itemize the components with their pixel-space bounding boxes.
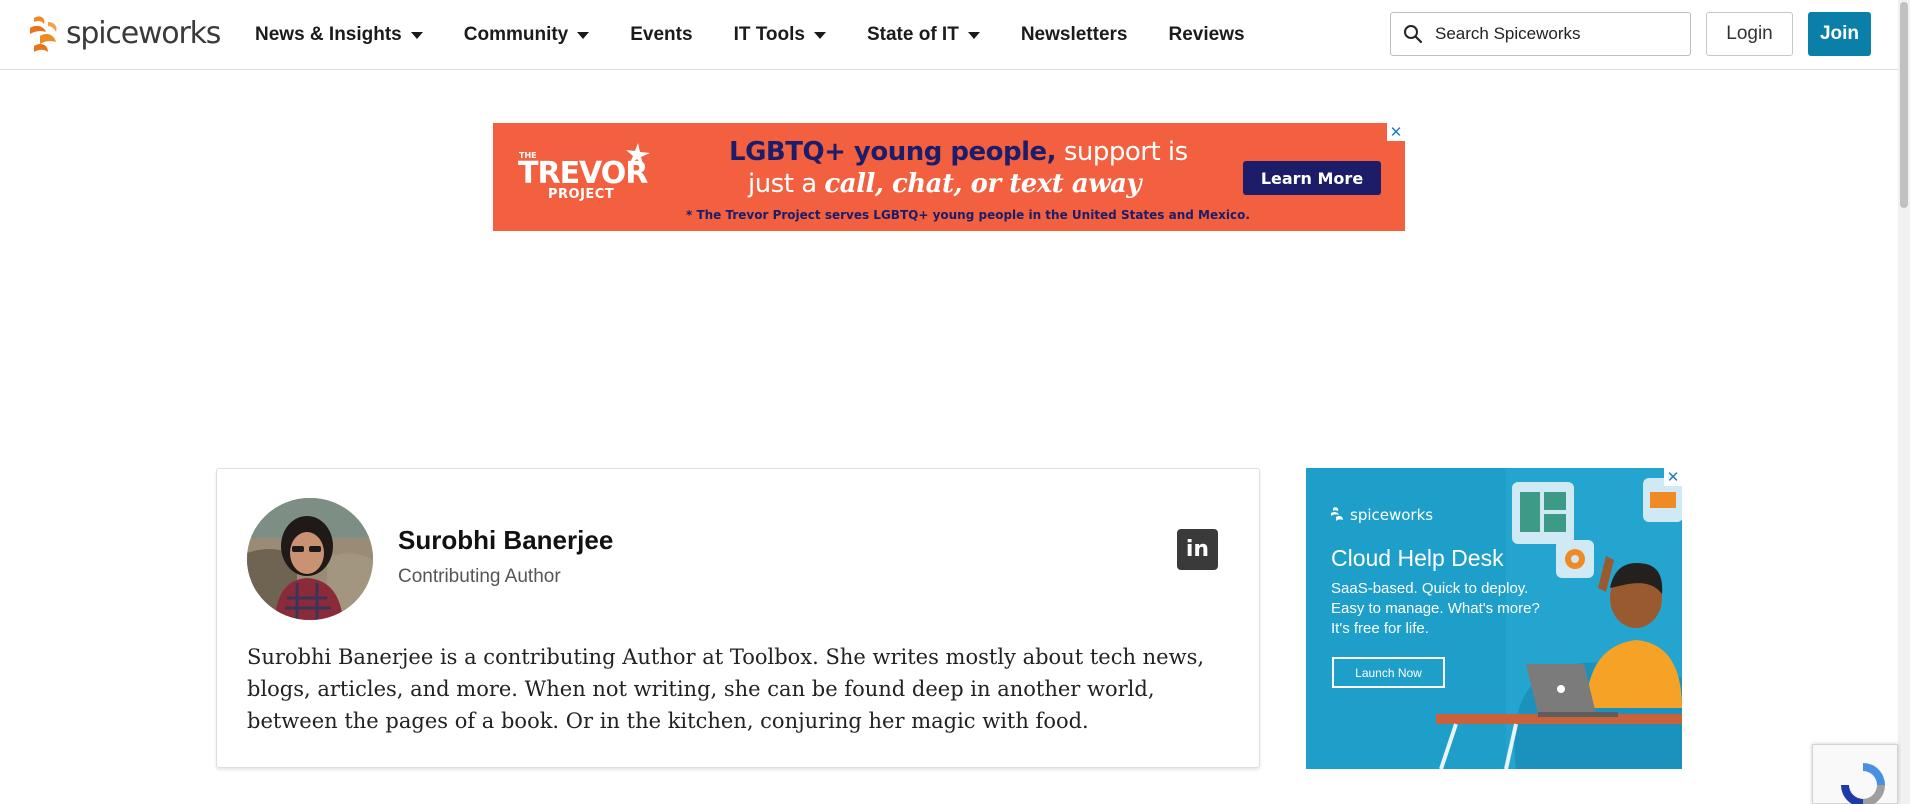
close-icon[interactable]: ✕: [1387, 123, 1405, 141]
nav-events[interactable]: Events: [630, 24, 692, 46]
ad-subheadline-prefix: just a: [748, 169, 817, 199]
author-role: Contributing Author: [398, 566, 561, 587]
ad-headline-highlight: LGBTQ+ young people,: [729, 137, 1057, 167]
nav-news-insights[interactable]: News & Insights: [255, 24, 423, 46]
nav-label: Community: [463, 24, 569, 45]
linkedin-icon[interactable]: in: [1177, 529, 1218, 570]
spiceworks-logo-icon: [30, 16, 57, 52]
nav-community[interactable]: Community: [464, 24, 590, 46]
ad-headline: LGBTQ+ young people, support is: [729, 137, 1188, 167]
cloud-help-desk-ad[interactable]: ✕ spiceworks Cloud Help Desk SaaS-based.…: [1306, 468, 1682, 769]
nav-label: Newsletters: [1020, 24, 1128, 45]
search-box[interactable]: [1390, 12, 1691, 56]
caret-down-icon: [577, 31, 590, 39]
launch-now-button[interactable]: Launch Now: [1332, 657, 1445, 688]
nav-newsletters[interactable]: Newsletters: [1021, 24, 1128, 46]
author-avatar: [247, 498, 373, 620]
ad-subheadline-emphasis: call, chat, or text away: [824, 169, 1142, 199]
caret-down-icon: [813, 31, 826, 39]
caret-down-icon: [410, 31, 423, 39]
nav-label: Events: [630, 24, 693, 45]
author-card: Surobhi Banerjee Contributing Author in …: [216, 468, 1260, 768]
recaptcha-icon: [1841, 763, 1885, 804]
ad-headline-rest: support is: [1063, 137, 1188, 167]
scrollbar-thumb[interactable]: [1900, 2, 1908, 208]
nav-it-tools[interactable]: IT Tools: [734, 24, 826, 46]
trevor-brand-project: PROJECT: [548, 187, 615, 202]
ad-subheadline: just a call, chat, or text away: [748, 169, 1142, 199]
search-input[interactable]: [1435, 24, 1675, 44]
author-bio: Surobhi Banerjee is a contributing Autho…: [247, 645, 1205, 733]
spiceworks-ad-logo: spiceworks: [1330, 506, 1433, 524]
spiceworks-logo-icon: [1331, 507, 1343, 521]
avatar-photo: [247, 498, 373, 620]
close-icon[interactable]: ✕: [1664, 468, 1682, 486]
page-scrollbar[interactable]: [1898, 0, 1910, 804]
nav-label: IT Tools: [733, 24, 805, 45]
logo-wordmark: spiceworks: [66, 16, 221, 51]
ad-footnote: * The Trevor Project serves LGBTQ+ young…: [686, 208, 1250, 222]
join-button[interactable]: Join: [1808, 12, 1871, 56]
nav-state-of-it[interactable]: State of IT: [867, 24, 980, 46]
nav-label: State of IT: [866, 24, 959, 45]
main-nav: News & Insights Community Events IT Tool…: [255, 0, 1286, 70]
spiceworks-ad-wordmark: spiceworks: [1350, 506, 1434, 524]
learn-more-button[interactable]: Learn More: [1243, 161, 1381, 195]
star-icon: [626, 143, 650, 167]
recaptcha-badge[interactable]: [1812, 744, 1898, 804]
trevor-project-banner-ad[interactable]: ✕ THE TREVOR PROJECT LGBTQ+ young people…: [493, 123, 1405, 231]
nav-reviews[interactable]: Reviews: [1169, 24, 1245, 46]
login-button[interactable]: Login: [1706, 12, 1793, 56]
ad-title: Cloud Help Desk: [1331, 545, 1504, 571]
ad-description: SaaS-based. Quick to deploy. Easy to man…: [1331, 580, 1540, 637]
nav-label: News & Insights: [255, 24, 402, 45]
search-icon: [1404, 25, 1423, 44]
caret-down-icon: [967, 31, 980, 39]
nav-label: Reviews: [1168, 24, 1245, 45]
site-header: spiceworks News & Insights Community Eve…: [0, 0, 1898, 70]
spiceworks-logo[interactable]: spiceworks: [26, 12, 221, 56]
author-name[interactable]: Surobhi Banerjee: [398, 525, 613, 556]
